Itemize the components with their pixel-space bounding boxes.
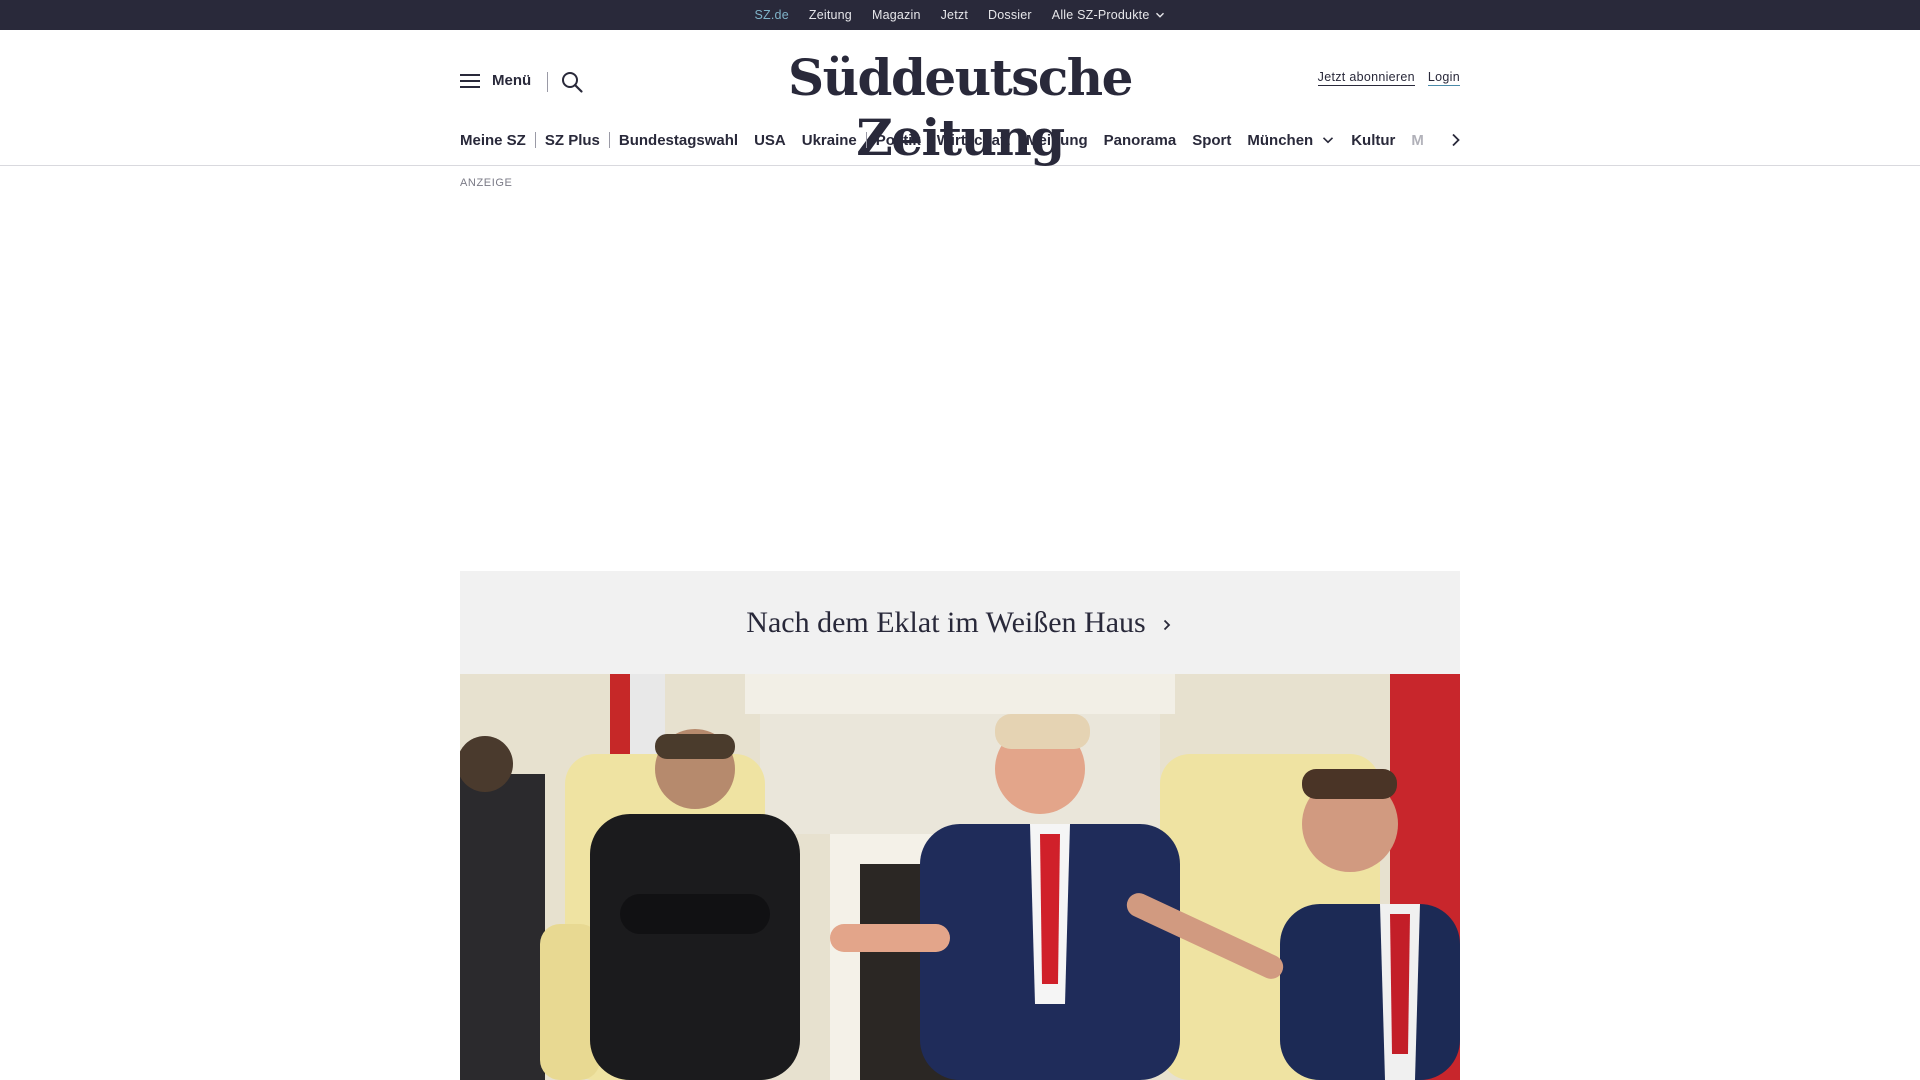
nav-item-sz-plus[interactable]: SZ Plus <box>545 132 600 149</box>
teaser-headline[interactable]: Nach dem Eklat im Weißen Haus <box>460 571 1460 674</box>
product-link-dossier[interactable]: Dossier <box>988 8 1032 22</box>
teaser-title: Nach dem Eklat im Weißen Haus <box>746 605 1146 639</box>
teaser-image[interactable] <box>460 674 1460 1080</box>
nav-item-sport[interactable]: Sport <box>1192 132 1231 149</box>
nav-item-usa[interactable]: USA <box>754 132 786 149</box>
product-link-zeitung[interactable]: Zeitung <box>809 8 852 22</box>
nav-divider <box>608 132 610 148</box>
ad-label: ANZEIGE <box>460 177 513 189</box>
nav-item-muenchen[interactable]: München <box>1247 132 1335 149</box>
nav-item-politik[interactable]: Politik <box>876 132 921 149</box>
menu-button[interactable]: Menü <box>460 72 531 89</box>
chevron-down-icon <box>1323 137 1334 144</box>
nav-item-muenchen-label: München <box>1247 131 1314 149</box>
product-link-sz-de[interactable]: SZ.de <box>755 8 789 34</box>
nav-item-kultur[interactable]: Kultur <box>1351 132 1395 149</box>
chevron-right-icon[interactable] <box>1448 130 1464 150</box>
nav-divider <box>534 132 536 148</box>
product-bar: SZ.de Zeitung Magazin Jetzt Dossier Alle… <box>0 0 1920 34</box>
site-header: Menü Süddeutsche Zeitung Jetzt abonniere… <box>0 30 1920 167</box>
nav-item-wirtschaft[interactable]: Wirtschaft <box>937 132 1010 149</box>
chevron-right-icon <box>1163 619 1170 630</box>
nav-item-ukraine[interactable]: Ukraine <box>802 132 857 149</box>
nav-fade <box>1420 126 1450 154</box>
main-navigation: Meine SZ SZ Plus Bundestagswahl USA Ukra… <box>460 128 1460 152</box>
nav-item-meine-sz[interactable]: Meine SZ <box>460 132 526 149</box>
subscribe-link[interactable]: Jetzt abonnieren <box>1317 70 1415 86</box>
search-icon[interactable] <box>560 70 584 94</box>
header-divider <box>547 72 548 92</box>
hamburger-icon <box>460 73 480 89</box>
login-link[interactable]: Login <box>1427 70 1460 86</box>
account-links: Jetzt abonnieren Login <box>1317 70 1460 86</box>
nav-item-bundestagswahl[interactable]: Bundestagswahl <box>619 132 738 149</box>
product-link-jetzt[interactable]: Jetzt <box>941 8 968 22</box>
nav-divider <box>865 132 867 148</box>
product-link-alle-produkte-label: Alle SZ-Produkte <box>1051 8 1150 22</box>
product-link-alle-produkte[interactable]: Alle SZ-Produkte <box>1052 8 1166 22</box>
nav-item-meinung[interactable]: Meinung <box>1026 132 1088 149</box>
product-link-magazin[interactable]: Magazin <box>872 8 921 22</box>
teaser-photo-illustration <box>460 674 1460 1080</box>
chevron-down-icon <box>1156 12 1165 18</box>
menu-label: Menü <box>492 72 532 89</box>
nav-item-panorama[interactable]: Panorama <box>1104 132 1177 149</box>
